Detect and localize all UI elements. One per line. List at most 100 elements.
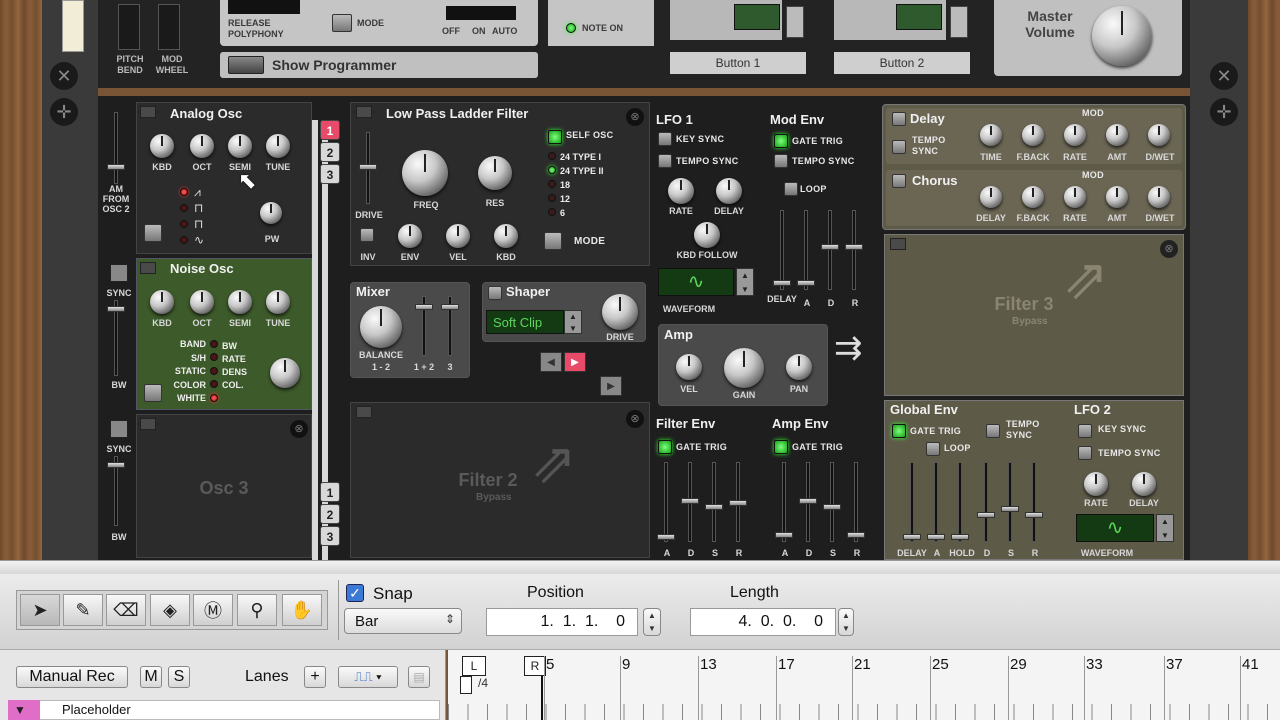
global-env-s-handle[interactable] <box>1001 506 1019 512</box>
waveform-led[interactable] <box>180 236 188 244</box>
global-env-d-fader[interactable] <box>984 462 988 542</box>
position-field[interactable]: 1. 1. 1. 0 <box>486 608 638 636</box>
eraser-tool-icon[interactable]: ⌫ <box>106 594 146 626</box>
chorus-rate-knob[interactable] <box>1064 186 1086 208</box>
lane-options-button[interactable]: ▤ <box>408 666 430 688</box>
snap-dropdown[interactable]: Bar ⇕ <box>344 608 462 634</box>
filter-env-d-handle[interactable] <box>681 498 699 504</box>
lfo1-key-sync-button[interactable] <box>658 132 672 146</box>
pitch-bend-wheel[interactable] <box>118 4 140 50</box>
lfo2-tempo-sync-button[interactable] <box>1078 446 1092 460</box>
filter-type-led[interactable] <box>548 208 556 216</box>
mixer-3-handle[interactable] <box>441 304 459 310</box>
chorus-enable-button[interactable] <box>892 174 906 188</box>
filter-env-gate-trig-led[interactable] <box>658 440 672 454</box>
inv-button[interactable] <box>360 228 374 242</box>
delay-amt-knob[interactable] <box>1106 124 1128 146</box>
pw-knob[interactable] <box>260 202 282 224</box>
filter-type-led[interactable] <box>548 152 556 160</box>
noise-mode-led[interactable] <box>210 353 218 361</box>
noise-osc-tune-knob[interactable] <box>266 290 290 314</box>
noise-mode-led[interactable] <box>210 394 218 402</box>
filter-select-1[interactable]: 1 <box>320 120 340 140</box>
analog-osc-menu-button[interactable] <box>140 106 156 118</box>
mod-env-delay-handle[interactable] <box>773 280 791 286</box>
shaper-enable-button[interactable] <box>488 286 502 300</box>
global-env-tempo-sync-button[interactable] <box>986 424 1000 438</box>
shaper-mode-display[interactable]: Soft Clip <box>486 310 564 334</box>
kbd-knob[interactable] <box>494 224 518 248</box>
master-volume-knob[interactable] <box>1092 6 1152 66</box>
amp-env-gate-trig-led[interactable] <box>774 440 788 454</box>
analog-osc-oct-knob[interactable] <box>190 134 214 158</box>
global-env-hold-handle[interactable] <box>951 534 969 540</box>
mod-env-a-fader[interactable] <box>804 210 808 290</box>
delay-rate-knob[interactable] <box>1064 124 1086 146</box>
noise-osc-kbd-knob[interactable] <box>150 290 174 314</box>
filter-select-3[interactable]: 3 <box>320 164 340 184</box>
analog-osc-semi-knob[interactable] <box>228 134 252 158</box>
button1-spin[interactable] <box>786 6 804 38</box>
mod-env-loop-button[interactable] <box>784 182 798 196</box>
patch-label[interactable] <box>62 0 84 52</box>
filter2-menu-button[interactable] <box>356 406 372 418</box>
pane-divider[interactable] <box>0 560 1280 574</box>
lfo1-delay-knob[interactable] <box>716 178 742 204</box>
noise-osc-enable-button[interactable] <box>144 384 162 402</box>
mod-env-a-handle[interactable] <box>797 280 815 286</box>
res-knob[interactable] <box>478 156 512 190</box>
noise-mode-led[interactable] <box>210 380 218 388</box>
mod-env-tempo-sync-button[interactable] <box>774 154 788 168</box>
sync2-bw-handle[interactable] <box>107 462 125 468</box>
select-tool-icon[interactable]: ➤ <box>20 594 60 626</box>
delay-dwet-knob[interactable] <box>1148 124 1170 146</box>
delay-time-knob[interactable] <box>980 124 1002 146</box>
noise-mode-led[interactable] <box>210 367 218 375</box>
amp-gain-knob[interactable] <box>724 348 764 388</box>
delay-enable-button[interactable] <box>892 112 906 126</box>
amp-env-s-handle[interactable] <box>823 504 841 510</box>
mod-env-r-fader[interactable] <box>852 210 856 290</box>
mod-env-d-handle[interactable] <box>821 244 839 250</box>
button2-spin[interactable] <box>950 6 968 38</box>
balance-knob[interactable] <box>360 306 402 348</box>
mod-env-delay-fader[interactable] <box>780 210 784 290</box>
legato-switch[interactable] <box>446 6 516 20</box>
delay-fback-knob[interactable] <box>1022 124 1044 146</box>
mute-tool-icon[interactable]: Ⓜ <box>193 594 233 626</box>
filter2-select-3[interactable]: 3 <box>320 526 340 546</box>
pencil-tool-icon[interactable]: ✎ <box>63 594 103 626</box>
length-stepper[interactable]: ▲ ▼ <box>838 608 854 636</box>
position-stepper[interactable]: ▲ ▼ <box>643 608 661 636</box>
lfo2-waveform-display[interactable]: ∿ <box>1076 514 1154 542</box>
lfo1-kbd-follow-knob[interactable] <box>694 222 720 248</box>
mode-button[interactable] <box>332 14 352 32</box>
analog-osc-tune-knob[interactable] <box>266 134 290 158</box>
amp-env-s-fader[interactable] <box>830 462 834 542</box>
noise-osc-semi-knob[interactable] <box>228 290 252 314</box>
filter-select-2[interactable]: 2 <box>320 142 340 162</box>
lfo2-rate-knob[interactable] <box>1084 472 1108 496</box>
waveform-led[interactable] <box>180 220 188 228</box>
mod-env-gate-trig-led[interactable] <box>774 134 788 148</box>
lfo2-delay-knob[interactable] <box>1132 472 1156 496</box>
am-from-osc2-handle[interactable] <box>107 164 125 170</box>
lfo1-waveform-spin[interactable]: ▲ ▼ <box>736 268 754 296</box>
shaper-drive-knob[interactable] <box>602 294 638 330</box>
noise-osc-menu-button[interactable] <box>140 262 156 274</box>
analog-osc-enable-button[interactable] <box>144 224 162 242</box>
route-right-button[interactable]: ▶ <box>564 352 586 372</box>
global-env-a-handle[interactable] <box>927 534 945 540</box>
loop-right-marker[interactable]: R <box>524 656 546 676</box>
route-left-button[interactable]: ◀ <box>540 352 562 372</box>
lfo1-waveform-display[interactable]: ∿ <box>658 268 734 296</box>
self-osc-led[interactable] <box>548 130 562 144</box>
filter2-select-1[interactable]: 1 <box>320 482 340 502</box>
waveform-led[interactable] <box>180 188 188 196</box>
sync1-bw-handle[interactable] <box>107 306 125 312</box>
manual-rec-button[interactable]: Manual Rec <box>16 666 128 688</box>
chorus-dwet-knob[interactable] <box>1148 186 1170 208</box>
lfo1-tempo-sync-button[interactable] <box>658 154 672 168</box>
noise-mode-led[interactable] <box>210 340 218 348</box>
lane-type-dropdown[interactable]: ⎍⎍ ▾ <box>338 666 398 688</box>
